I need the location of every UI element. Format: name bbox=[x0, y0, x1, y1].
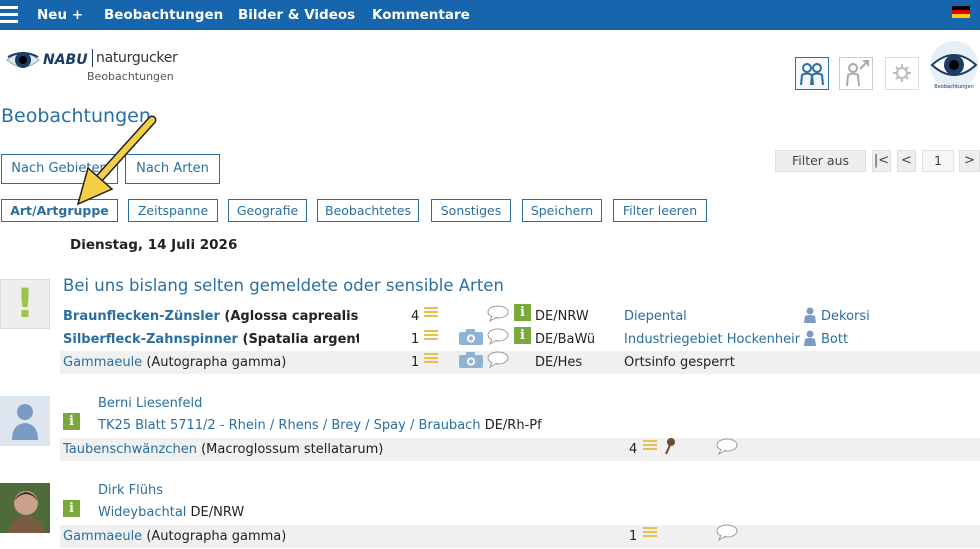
filter-toggle-button[interactable]: Filter aus bbox=[775, 150, 866, 172]
place-locked: Ortsinfo gesperrt bbox=[624, 355, 735, 370]
region: DE/Hes bbox=[535, 355, 583, 370]
region: DE/NRW bbox=[535, 309, 589, 324]
gear-icon[interactable] bbox=[885, 57, 919, 90]
species-scientific: (Macroglossum stellatarum) bbox=[201, 442, 384, 457]
species-scientific: (Autographa gamma) bbox=[146, 529, 287, 544]
speech-bubble-icon[interactable] bbox=[487, 351, 509, 369]
filter-clear[interactable]: Filter leeren bbox=[613, 199, 707, 222]
location-link[interactable]: Wideybachtal bbox=[98, 505, 186, 520]
nav-comments[interactable]: Kommentare bbox=[372, 7, 470, 23]
species-scientific: (Aglossa caprealis bbox=[224, 309, 359, 324]
filter-observed[interactable]: Beobachtetes bbox=[317, 199, 419, 222]
place-link[interactable]: Diepental bbox=[624, 309, 687, 324]
next-page-button[interactable]: > bbox=[959, 150, 980, 172]
person-icon bbox=[803, 330, 817, 346]
location-line: TK25 Blatt 5711/2 - Rhein / Rhens / Brey… bbox=[98, 418, 542, 433]
region: DE/NRW bbox=[190, 505, 245, 520]
observer-link[interactable]: Bott bbox=[821, 332, 848, 347]
info-icon[interactable]: i bbox=[63, 413, 80, 430]
region: DE/BaWü bbox=[535, 332, 596, 347]
count: 1 bbox=[629, 529, 638, 544]
species-name[interactable]: Taubenschwänzchen bbox=[63, 442, 197, 457]
profile-logo-badge[interactable]: Beobachtungen bbox=[928, 40, 980, 94]
brand-nabu: NABU bbox=[43, 52, 88, 68]
avatar[interactable] bbox=[0, 483, 50, 533]
location-link[interactable]: TK25 Blatt 5711/2 - Rhein / Rhens / Brey… bbox=[98, 418, 481, 433]
list-item[interactable]: Silberfleck-Zahnspinner (Spatalia argent bbox=[63, 332, 359, 347]
list-item[interactable]: Gammaeule (Autographa gamma) bbox=[63, 355, 286, 370]
count: 1 bbox=[411, 332, 420, 347]
annotation-arrow-icon bbox=[60, 112, 170, 212]
species-name[interactable]: Gammaeule bbox=[63, 529, 142, 544]
observer-link[interactable]: Dekorsi bbox=[821, 309, 870, 324]
observer-link[interactable]: Berni Liesenfeld bbox=[98, 396, 202, 411]
prev-page-button[interactable]: < bbox=[897, 150, 916, 172]
info-icon[interactable]: i bbox=[514, 327, 531, 344]
speech-bubble-icon[interactable] bbox=[487, 305, 509, 323]
people-icon[interactable] bbox=[795, 57, 829, 90]
person-icon bbox=[803, 307, 817, 323]
speech-bubble-icon[interactable] bbox=[487, 328, 509, 346]
nav-media[interactable]: Bilder & Videos bbox=[238, 7, 355, 23]
place-link[interactable]: Industriegebiet Hockenheim bbox=[624, 332, 800, 347]
nav-new[interactable]: Neu + bbox=[37, 7, 83, 23]
lines-icon[interactable] bbox=[424, 353, 438, 366]
date-header: Dienstag, 14 Juli 2026 bbox=[70, 237, 238, 253]
species-scientific: (Autographa gamma) bbox=[146, 355, 287, 370]
nav-observations[interactable]: Beobachtungen bbox=[104, 7, 223, 23]
camera-icon[interactable] bbox=[458, 351, 484, 369]
lines-icon[interactable] bbox=[424, 330, 438, 343]
speech-bubble-icon[interactable] bbox=[716, 438, 738, 456]
count: 4 bbox=[411, 309, 420, 324]
person-arrow-icon[interactable] bbox=[839, 57, 873, 90]
badge-caption: Beobachtungen bbox=[934, 84, 974, 90]
filter-geography[interactable]: Geografie bbox=[228, 199, 307, 222]
avatar[interactable] bbox=[0, 396, 50, 446]
flag-germany-icon[interactable] bbox=[952, 6, 970, 18]
list-item[interactable]: Gammaeule (Autographa gamma) bbox=[63, 529, 286, 544]
count: 4 bbox=[629, 442, 638, 457]
rare-species-heading[interactable]: Bei uns bislang selten gemeldete oder se… bbox=[63, 276, 504, 295]
lines-icon[interactable] bbox=[424, 307, 438, 320]
top-navigation-bar: Neu + Beobachtungen Bilder & Videos Komm… bbox=[0, 0, 980, 30]
info-icon[interactable]: i bbox=[514, 304, 531, 321]
species-scientific: (Spatalia argent bbox=[242, 332, 360, 347]
filter-save[interactable]: Speichern bbox=[522, 199, 602, 222]
species-name[interactable]: Braunflecken-Zünsler bbox=[63, 309, 220, 324]
eye-logo-icon[interactable] bbox=[6, 44, 40, 76]
hamburger-icon[interactable] bbox=[0, 6, 18, 24]
lines-icon[interactable] bbox=[643, 527, 657, 540]
brand-name: naturgucker bbox=[96, 50, 178, 66]
camera-icon[interactable] bbox=[458, 328, 484, 346]
observer-link[interactable]: Dirk Flühs bbox=[98, 483, 163, 498]
species-name[interactable]: Gammaeule bbox=[63, 355, 142, 370]
region: DE/Rh-Pf bbox=[484, 418, 542, 433]
lines-icon[interactable] bbox=[643, 440, 657, 453]
filter-other[interactable]: Sonstiges bbox=[431, 199, 511, 222]
species-name[interactable]: Silberfleck-Zahnspinner bbox=[63, 332, 238, 347]
location-line: Wideybachtal DE/NRW bbox=[98, 505, 244, 520]
info-icon[interactable]: i bbox=[63, 500, 80, 517]
pin-icon[interactable] bbox=[664, 437, 676, 455]
page-number-field[interactable]: 1 bbox=[922, 150, 954, 172]
speech-bubble-icon[interactable] bbox=[716, 524, 738, 542]
count: 1 bbox=[411, 355, 420, 370]
list-item[interactable]: Braunflecken-Zünsler (Aglossa caprealis bbox=[63, 309, 359, 324]
brand-divider bbox=[92, 49, 93, 67]
list-item[interactable]: Taubenschwänzchen (Macroglossum stellata… bbox=[63, 442, 383, 457]
first-page-button[interactable]: |< bbox=[872, 150, 891, 172]
alert-icon: ! bbox=[0, 279, 50, 329]
brand-subtitle: Beobachtungen bbox=[87, 70, 174, 83]
